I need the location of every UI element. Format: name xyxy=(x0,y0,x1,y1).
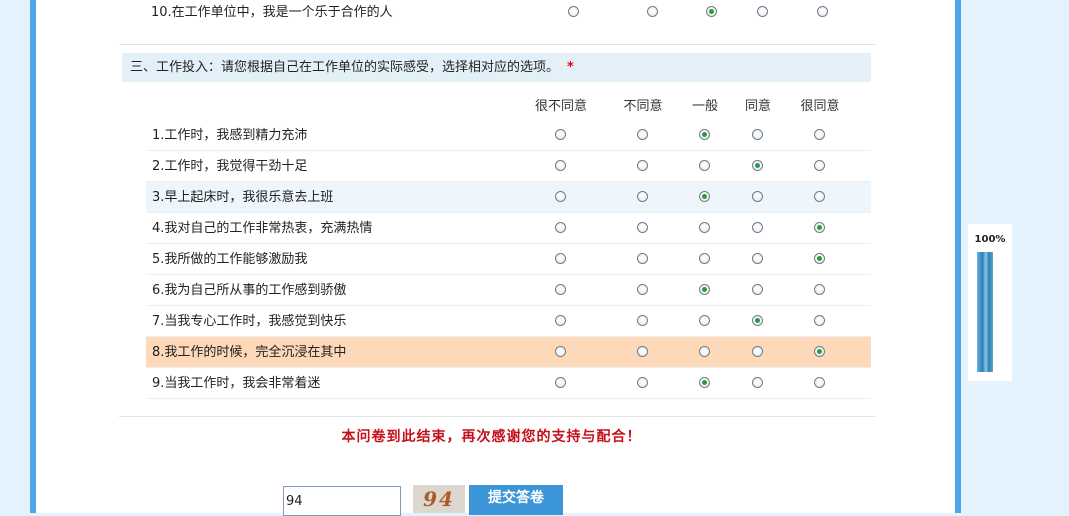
q5-option-strongly-agree-radio[interactable] xyxy=(814,253,825,264)
question-label: 7.当我专心工作时，我感觉到快乐 xyxy=(152,314,347,329)
q5-option-neutral-radio[interactable] xyxy=(699,253,710,264)
q9-option-disagree-radio[interactable] xyxy=(637,377,648,388)
column-header-strongly-disagree: 很不同意 xyxy=(534,99,588,114)
q7-option-disagree-radio[interactable] xyxy=(637,315,648,326)
q6-option-agree-radio[interactable] xyxy=(752,284,763,295)
divider xyxy=(119,44,875,45)
progress-label: 100% xyxy=(974,234,1006,245)
q4-option-strongly-agree-radio[interactable] xyxy=(814,222,825,233)
radio-selected-dot xyxy=(817,349,822,354)
question-label: 9.当我工作时，我会非常着迷 xyxy=(152,376,321,391)
column-header-neutral: 一般 xyxy=(691,99,719,114)
question-label: 4.我对自己的工作非常热衷，充满热情 xyxy=(152,221,373,236)
q8-option-disagree-radio[interactable] xyxy=(637,346,648,357)
end-message: 本问卷到此结束，再次感谢您的支持与配合！ xyxy=(341,429,642,445)
radio-selected-dot xyxy=(702,380,707,385)
captcha-input[interactable] xyxy=(283,486,401,516)
q9-option-strongly-agree-radio[interactable] xyxy=(814,377,825,388)
q2-option-strongly-agree-radio[interactable] xyxy=(814,160,825,171)
q9-option-neutral-radio[interactable] xyxy=(699,377,710,388)
question-label: 8.我工作的时候，完全沉浸在其中 xyxy=(152,345,347,360)
q2-option-agree-radio[interactable] xyxy=(752,160,763,171)
q1-option-agree-radio[interactable] xyxy=(752,129,763,140)
q5-option-strongly-disagree-radio[interactable] xyxy=(555,253,566,264)
radio-selected-dot xyxy=(755,318,760,323)
q4-option-strongly-disagree-radio[interactable] xyxy=(555,222,566,233)
q5-option-agree-radio[interactable] xyxy=(752,253,763,264)
radio-selected-dot xyxy=(817,225,822,230)
q8-option-neutral-radio[interactable] xyxy=(699,346,710,357)
q7-option-strongly-disagree-radio[interactable] xyxy=(555,315,566,326)
column-header-strongly-agree: 很同意 xyxy=(800,99,840,114)
q5-option-disagree-radio[interactable] xyxy=(637,253,648,264)
progress-indicator: 100% xyxy=(968,224,1012,381)
column-header-disagree: 不同意 xyxy=(623,99,663,114)
radio-selected-dot xyxy=(702,194,707,199)
q2-option-strongly-disagree-radio[interactable] xyxy=(555,160,566,171)
q6-option-strongly-agree-radio[interactable] xyxy=(814,284,825,295)
q1-option-neutral-radio[interactable] xyxy=(699,129,710,140)
q4-option-agree-radio[interactable] xyxy=(752,222,763,233)
question-label: 5.我所做的工作能够激励我 xyxy=(152,252,308,267)
section-header: 三、工作投入：请您根据自己在工作单位的实际感受，选择相对应的选项。 * xyxy=(122,53,871,82)
q6-option-disagree-radio[interactable] xyxy=(637,284,648,295)
q3-option-agree-radio[interactable] xyxy=(752,191,763,202)
q8-option-strongly-disagree-radio[interactable] xyxy=(555,346,566,357)
progress-fill xyxy=(977,252,993,372)
q10-option-disagree-radio[interactable] xyxy=(647,6,658,17)
q1-option-strongly-agree-radio[interactable] xyxy=(814,129,825,140)
q2-option-neutral-radio[interactable] xyxy=(699,160,710,171)
q9-option-strongly-disagree-radio[interactable] xyxy=(555,377,566,388)
q7-option-neutral-radio[interactable] xyxy=(699,315,710,326)
question-label: 2.工作时，我觉得干劲十足 xyxy=(152,159,308,174)
question-label: 6.我为自己所从事的工作感到骄傲 xyxy=(152,283,347,298)
question-label: 1.工作时，我感到精力充沛 xyxy=(152,128,308,143)
progress-track xyxy=(977,252,993,372)
required-mark: * xyxy=(567,60,574,75)
q6-option-strongly-disagree-radio[interactable] xyxy=(555,284,566,295)
q10-option-strongly-disagree-radio[interactable] xyxy=(568,6,579,17)
q2-option-disagree-radio[interactable] xyxy=(637,160,648,171)
submit-button[interactable]: 提交答卷 xyxy=(469,485,563,515)
q4-option-neutral-radio[interactable] xyxy=(699,222,710,233)
question-label: 10.在工作单位中，我是一个乐于合作的人 xyxy=(151,5,393,20)
question-label: 3.早上起床时，我很乐意去上班 xyxy=(152,190,334,205)
radio-selected-dot xyxy=(702,132,707,137)
divider xyxy=(119,416,875,417)
radio-selected-dot xyxy=(817,256,822,261)
q7-option-agree-radio[interactable] xyxy=(752,315,763,326)
q9-option-agree-radio[interactable] xyxy=(752,377,763,388)
radio-selected-dot xyxy=(755,163,760,168)
q1-option-strongly-disagree-radio[interactable] xyxy=(555,129,566,140)
q4-option-disagree-radio[interactable] xyxy=(637,222,648,233)
q3-option-disagree-radio[interactable] xyxy=(637,191,648,202)
radio-selected-dot xyxy=(702,287,707,292)
radio-selected-dot xyxy=(709,9,714,14)
q10-option-agree-radio[interactable] xyxy=(757,6,768,17)
q8-option-agree-radio[interactable] xyxy=(752,346,763,357)
q6-option-neutral-radio[interactable] xyxy=(699,284,710,295)
section-title: 三、工作投入：请您根据自己在工作单位的实际感受，选择相对应的选项。 xyxy=(130,60,560,75)
column-header-agree: 同意 xyxy=(744,99,772,114)
q1-option-disagree-radio[interactable] xyxy=(637,129,648,140)
q3-option-strongly-disagree-radio[interactable] xyxy=(555,191,566,202)
captcha-image[interactable]: 94 xyxy=(413,485,465,513)
q10-option-strongly-agree-radio[interactable] xyxy=(817,6,828,17)
q3-option-strongly-agree-radio[interactable] xyxy=(814,191,825,202)
q7-option-strongly-agree-radio[interactable] xyxy=(814,315,825,326)
q10-option-neutral-radio[interactable] xyxy=(706,6,717,17)
q8-option-strongly-agree-radio[interactable] xyxy=(814,346,825,357)
q3-option-neutral-radio[interactable] xyxy=(699,191,710,202)
